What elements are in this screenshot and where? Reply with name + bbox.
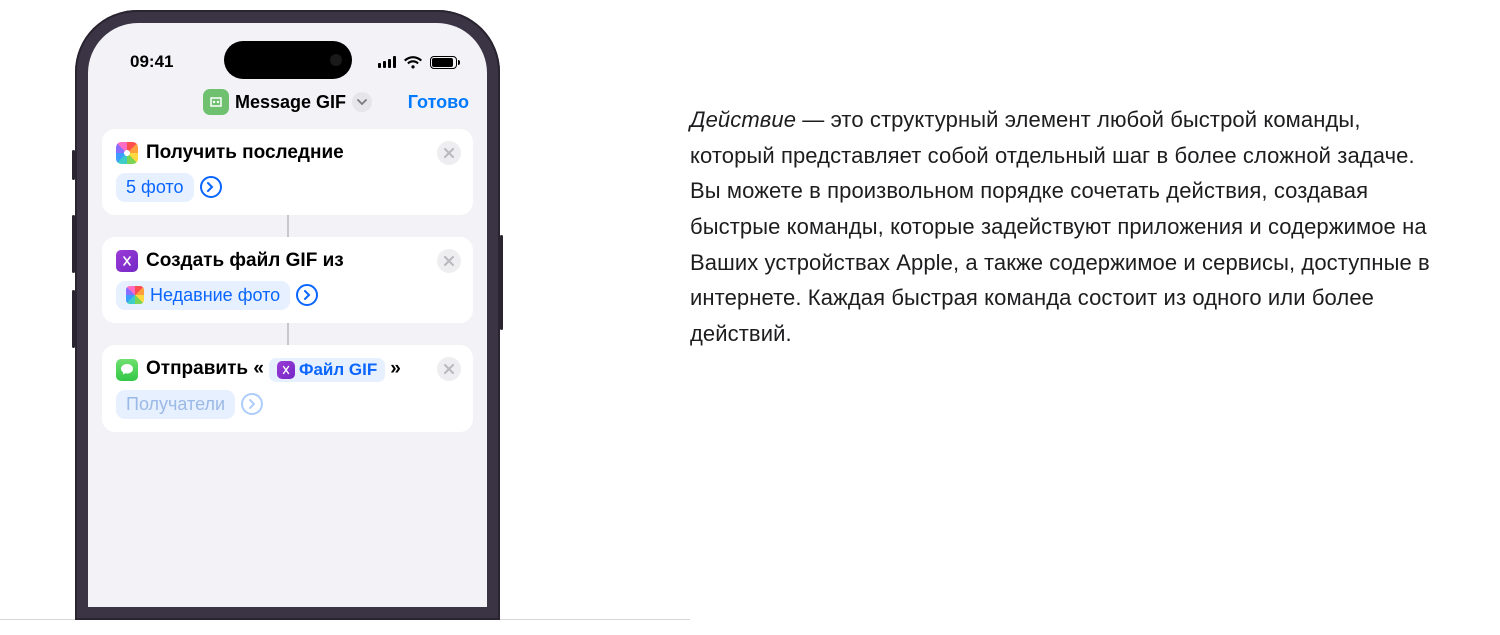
article-paragraph: Действие — это структурный элемент любой… — [690, 102, 1430, 351]
gif-icon — [116, 250, 138, 272]
chevron-down-icon — [352, 92, 372, 112]
chevron-right-icon[interactable] — [200, 176, 222, 198]
dynamic-island — [224, 41, 352, 79]
cellular-icon — [378, 56, 396, 68]
shortcut-app-icon — [203, 89, 229, 115]
phone-side-button — [72, 290, 75, 348]
phone-screen: 09:41 Message GIF — [88, 23, 487, 607]
param-pill[interactable]: Недавние фото — [116, 281, 290, 310]
close-icon[interactable] — [437, 357, 461, 381]
status-right — [378, 56, 457, 69]
chevron-right-icon[interactable] — [241, 393, 263, 415]
action-connector — [287, 323, 289, 345]
variable-token[interactable]: Файл GIF — [269, 358, 385, 382]
gif-icon — [277, 361, 295, 379]
illustration-column: 09:41 Message GIF — [0, 0, 690, 620]
action-title-prefix: Отправить « — [146, 358, 264, 381]
iphone-frame: 09:41 Message GIF — [75, 10, 500, 620]
photos-icon — [116, 142, 138, 164]
param-pill[interactable]: Получатели — [116, 390, 235, 419]
messages-icon — [116, 359, 138, 381]
shortcut-title[interactable]: Message GIF — [203, 89, 372, 115]
variable-label: Файл GIF — [299, 360, 377, 380]
phone-side-button — [72, 215, 75, 273]
phone-side-button — [500, 235, 503, 330]
phone-side-button — [72, 150, 75, 180]
param-label: Недавние фото — [150, 285, 280, 306]
wifi-icon — [404, 56, 422, 69]
action-card[interactable]: Создать файл GIF из Недавние фото — [102, 237, 473, 323]
article-term: Действие — [690, 107, 796, 132]
shortcut-title-label: Message GIF — [235, 92, 346, 113]
article-body: — это структурный элемент любой быстрой … — [690, 107, 1430, 346]
param-pill[interactable]: 5 фото — [116, 173, 194, 202]
done-button[interactable]: Готово — [408, 92, 469, 113]
chevron-right-icon[interactable] — [296, 284, 318, 306]
battery-icon — [430, 56, 457, 69]
action-title-suffix: » — [390, 358, 401, 381]
action-title: Создать файл GIF из — [146, 250, 344, 273]
nav-bar: Message GIF Готово — [88, 79, 487, 129]
action-card[interactable]: Отправить « Файл GIF » Получатели — [102, 345, 473, 432]
action-card[interactable]: Получить последние 5 фото — [102, 129, 473, 215]
action-title: Получить последние — [146, 142, 344, 165]
actions-list: Получить последние 5 фото — [88, 129, 487, 432]
article-column: Действие — это структурный элемент любой… — [690, 0, 1500, 351]
status-time: 09:41 — [130, 52, 173, 72]
close-icon[interactable] — [437, 141, 461, 165]
action-connector — [287, 215, 289, 237]
camera-dot — [330, 54, 342, 66]
photos-icon — [126, 286, 144, 304]
close-icon[interactable] — [437, 249, 461, 273]
